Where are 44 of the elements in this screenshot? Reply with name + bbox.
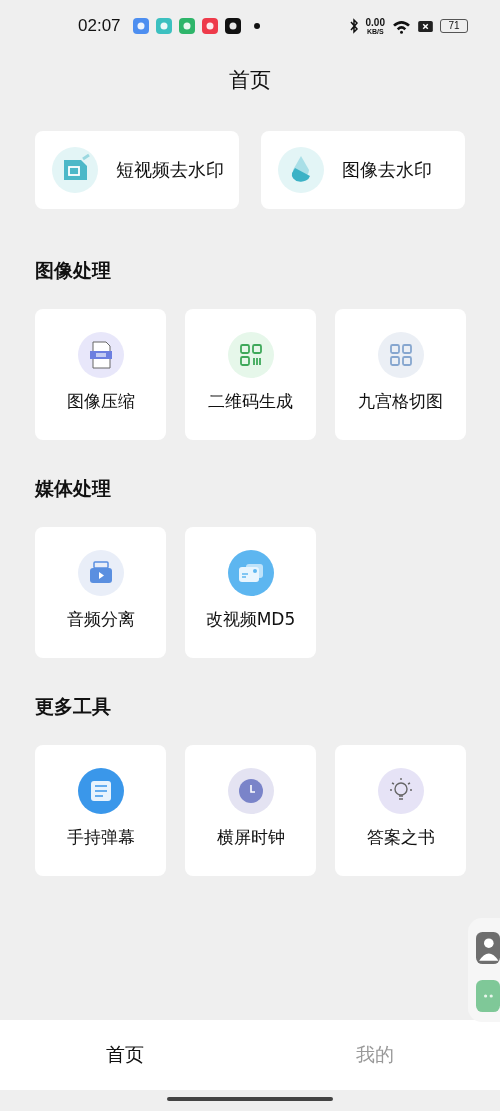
floating-widget[interactable] [468,918,500,1022]
bluetooth-icon [348,18,359,34]
tool-card[interactable]: 图像压缩 [35,309,166,440]
section-heading: 媒体处理 [35,476,112,501]
clock-icon [226,767,275,815]
light-bulb-icon [376,767,425,815]
video-icon [76,549,125,597]
tool-label: 短视频去水印 [116,158,224,182]
battery-percent: 71 [448,21,460,31]
tool-label: 手持弹幕 [66,826,135,849]
section-heading: 图像处理 [35,258,112,283]
tool-card[interactable]: 手持弹幕 [35,745,166,876]
tool-card[interactable]: 改视频MD5 [185,527,316,658]
section-heading: 更多工具 [35,694,112,719]
page-title: 首页 [228,67,272,94]
zip-file-icon [76,331,125,379]
tool-label: 答案之书 [366,826,435,849]
nav-tab[interactable]: 首页 [0,1020,250,1090]
tool-label: 改视频MD5 [205,608,296,631]
drop-icon [277,146,325,194]
card-icon [226,549,275,597]
tool-card[interactable]: 横屏时钟 [185,745,316,876]
wifi-icon [392,18,411,34]
notification-dot-icon [253,23,260,29]
tool-card[interactable]: 答案之书 [335,745,466,876]
tool-label: 图像压缩 [66,390,135,413]
sim-off-icon [418,20,433,32]
stamp-icon [51,146,99,194]
tool-card[interactable]: 九宫格切图 [335,309,466,440]
status-time: 02:07 [78,16,121,36]
grid-icon [376,331,425,379]
tool-card[interactable]: 短视频去水印 [35,131,239,209]
tool-label: 音频分离 [66,608,135,631]
tool-label: 九宫格切图 [358,390,443,413]
badge-app-icon [201,18,218,34]
tool-label: 图像去水印 [342,158,432,182]
tool-card[interactable]: 图像去水印 [261,131,465,209]
tool-label: 横屏时钟 [216,826,285,849]
qr-code-icon [226,331,275,379]
tool-card[interactable]: 二维码生成 [185,309,316,440]
tool-card[interactable]: 音频分离 [35,527,166,658]
net-speed: 0.00 [365,17,385,28]
tool-label: 二维码生成 [208,390,293,413]
list-icon [76,767,125,815]
